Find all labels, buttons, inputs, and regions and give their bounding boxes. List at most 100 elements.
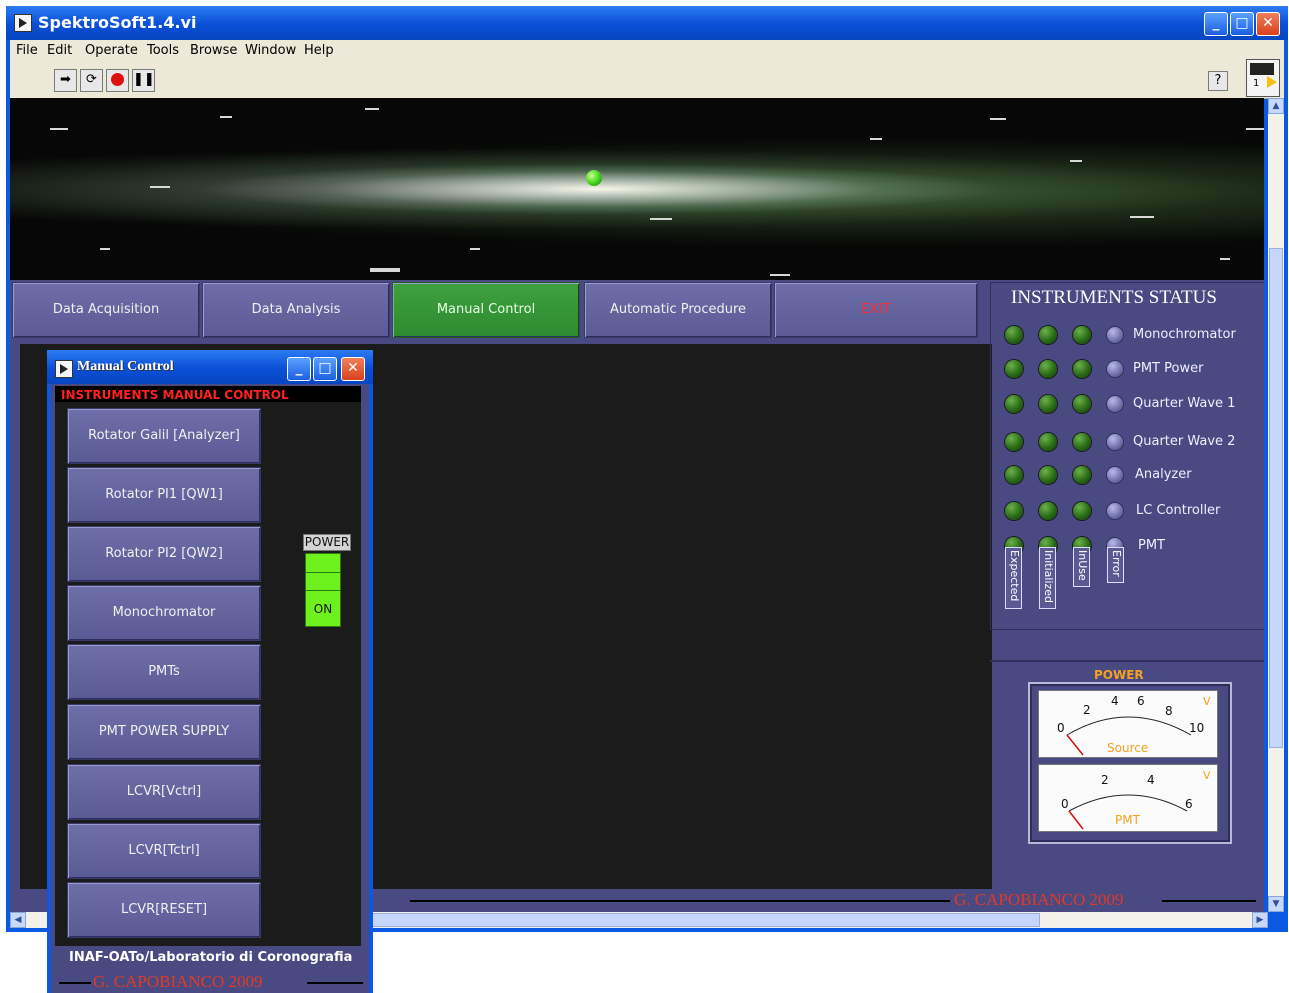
instruments-status-panel: INSTRUMENTS STATUS Monochromator PMT Pow… xyxy=(990,282,1264,630)
initialized-led xyxy=(1039,466,1057,484)
minimize-button[interactable]: _ xyxy=(1204,12,1228,36)
initialized-led xyxy=(1039,502,1057,520)
column-label-inuse: InUse xyxy=(1073,547,1090,587)
footer-divider xyxy=(307,982,363,984)
pmt-voltage-meter: 0 2 4 6 V PMT xyxy=(1038,764,1218,832)
expected-led xyxy=(1005,466,1023,484)
scroll-left-arrow-icon[interactable]: ◀ xyxy=(10,912,26,928)
power-toggle-state: ON xyxy=(313,602,333,616)
nav-manual-control-button[interactable]: Manual Control xyxy=(392,282,580,338)
maximize-button[interactable]: □ xyxy=(1230,12,1254,36)
tick-label: 6 xyxy=(1185,797,1193,811)
scroll-down-arrow-icon[interactable]: ▼ xyxy=(1268,896,1284,912)
manual-control-window: Manual Control _ □ ✕ INSTRUMENTS MANUAL … xyxy=(47,350,373,993)
close-button[interactable]: ✕ xyxy=(341,357,365,381)
menu-operate[interactable]: Operate xyxy=(85,43,138,58)
expected-led xyxy=(1005,326,1023,344)
inuse-led xyxy=(1073,502,1091,520)
minimize-button[interactable]: _ xyxy=(287,357,311,381)
nav-data-acquisition-button[interactable]: Data Acquisition xyxy=(12,282,200,338)
tick-label: 6 xyxy=(1137,694,1145,708)
instrument-label: Monochromator xyxy=(1133,327,1236,342)
manual-control-title-bar[interactable]: Manual Control _ □ ✕ xyxy=(47,350,373,384)
menu-help[interactable]: Help xyxy=(304,43,334,58)
column-label-expected: Expected xyxy=(1005,547,1022,609)
power-toggle-switch[interactable]: ON xyxy=(305,553,341,627)
power-panel: POWER 0 2 4 6 8 10 V Source 0 2 4 6 V PM… xyxy=(990,660,1264,910)
pmt-power-supply-button[interactable]: PMT POWER SUPPLY xyxy=(67,704,261,760)
toggle-divider xyxy=(306,590,340,591)
galaxy-banner-image xyxy=(10,98,1264,280)
unit-label: V xyxy=(1203,769,1211,782)
lcvr-vctrl-button[interactable]: LCVR[Vctrl] xyxy=(67,764,261,820)
instrument-label: PMT xyxy=(1138,538,1165,553)
status-row-lc-controller: LC Controller xyxy=(991,497,1264,523)
inuse-led xyxy=(1073,466,1091,484)
nav-data-analysis-button[interactable]: Data Analysis xyxy=(202,282,390,338)
expected-led xyxy=(1005,502,1023,520)
close-button[interactable]: ✕ xyxy=(1256,12,1280,36)
lcvr-reset-button[interactable]: LCVR[RESET] xyxy=(67,882,261,938)
error-led xyxy=(1107,434,1123,450)
scroll-right-arrow-icon[interactable]: ▶ xyxy=(1252,912,1268,928)
help-icon[interactable]: ? xyxy=(1208,71,1228,91)
maximize-button[interactable]: □ xyxy=(313,357,337,381)
vertical-scrollbar[interactable]: ▲ ▼ xyxy=(1268,98,1284,912)
menu-tools[interactable]: Tools xyxy=(147,43,179,58)
instrument-label: PMT Power xyxy=(1133,361,1204,376)
menu-browse[interactable]: Browse xyxy=(190,43,237,58)
column-label-initialized: Initialized xyxy=(1039,547,1056,609)
status-row-quarter-wave-1: Quarter Wave 1 xyxy=(991,390,1264,416)
error-led xyxy=(1107,467,1123,483)
scroll-up-arrow-icon[interactable]: ▲ xyxy=(1268,98,1284,114)
vi-connector-icon: 1 xyxy=(1246,59,1280,97)
column-label-error: Error xyxy=(1107,547,1124,583)
pmt-meter-needle xyxy=(1068,810,1084,830)
title-bar[interactable]: SpektroSoft1.4.vi _ □ ✕ xyxy=(6,6,1288,40)
run-continuous-icon[interactable]: ⟳ xyxy=(80,69,103,92)
expected-led xyxy=(1005,360,1023,378)
meter-name: Source xyxy=(1107,741,1149,755)
manual-control-title: Manual Control xyxy=(77,359,174,374)
rotator-pi1-qw1-button[interactable]: Rotator PI1 [QW1] xyxy=(67,467,261,523)
manual-control-panel: INSTRUMENTS MANUAL CONTROL Rotator Galil… xyxy=(51,384,369,993)
horizontal-scroll-thumb[interactable] xyxy=(370,913,1040,927)
footer-divider xyxy=(59,982,91,984)
power-title: POWER xyxy=(1094,668,1144,682)
vertical-scroll-thumb[interactable] xyxy=(1269,248,1283,748)
monochromator-button[interactable]: Monochromator xyxy=(67,585,261,641)
inuse-led xyxy=(1073,360,1091,378)
labview-vi-icon xyxy=(14,14,32,32)
menu-edit[interactable]: Edit xyxy=(47,43,72,58)
instrument-label: Analyzer xyxy=(1135,467,1192,482)
instruments-status-title: INSTRUMENTS STATUS xyxy=(1011,287,1217,308)
instrument-label: Quarter Wave 1 xyxy=(1133,396,1236,411)
error-led xyxy=(1107,396,1123,412)
menu-file[interactable]: File xyxy=(16,43,38,58)
meter-name: PMT xyxy=(1115,813,1140,827)
footer-divider xyxy=(410,900,950,902)
institution-footer: INAF-OATo/Laboratorio di Coronografia xyxy=(69,950,353,965)
nav-exit-button[interactable]: EXIT xyxy=(774,282,978,338)
instrument-label: Quarter Wave 2 xyxy=(1133,434,1236,449)
rotator-pi2-qw2-button[interactable]: Rotator PI2 [QW2] xyxy=(67,526,261,582)
header-bar: INSTRUMENTS MANUAL CONTROL xyxy=(55,386,361,402)
abort-icon[interactable] xyxy=(106,69,129,92)
pmts-button[interactable]: PMTs xyxy=(67,644,261,700)
tick-label: 0 xyxy=(1061,797,1069,811)
power-meter-frame: 0 2 4 6 8 10 V Source 0 2 4 6 V PMT xyxy=(1028,682,1232,844)
run-arrow-icon[interactable]: ➡ xyxy=(54,69,77,92)
connector-number: 1 xyxy=(1253,78,1260,89)
unit-label: V xyxy=(1203,695,1211,708)
menu-window[interactable]: Window xyxy=(245,43,296,58)
lcvr-tctrl-button[interactable]: LCVR[Tctrl] xyxy=(67,823,261,879)
initialized-led xyxy=(1039,395,1057,413)
nav-automatic-procedure-button[interactable]: Automatic Procedure xyxy=(584,282,772,338)
error-led xyxy=(1107,327,1123,343)
status-row-pmt: PMT xyxy=(991,532,1264,558)
rotator-galil-analyzer-button[interactable]: Rotator Galil [Analyzer] xyxy=(67,408,261,464)
tick-label: 4 xyxy=(1111,694,1119,708)
status-row-monochromator: Monochromator xyxy=(991,321,1264,347)
pause-icon[interactable]: ❚❚ xyxy=(132,69,155,92)
initialized-led xyxy=(1039,326,1057,344)
